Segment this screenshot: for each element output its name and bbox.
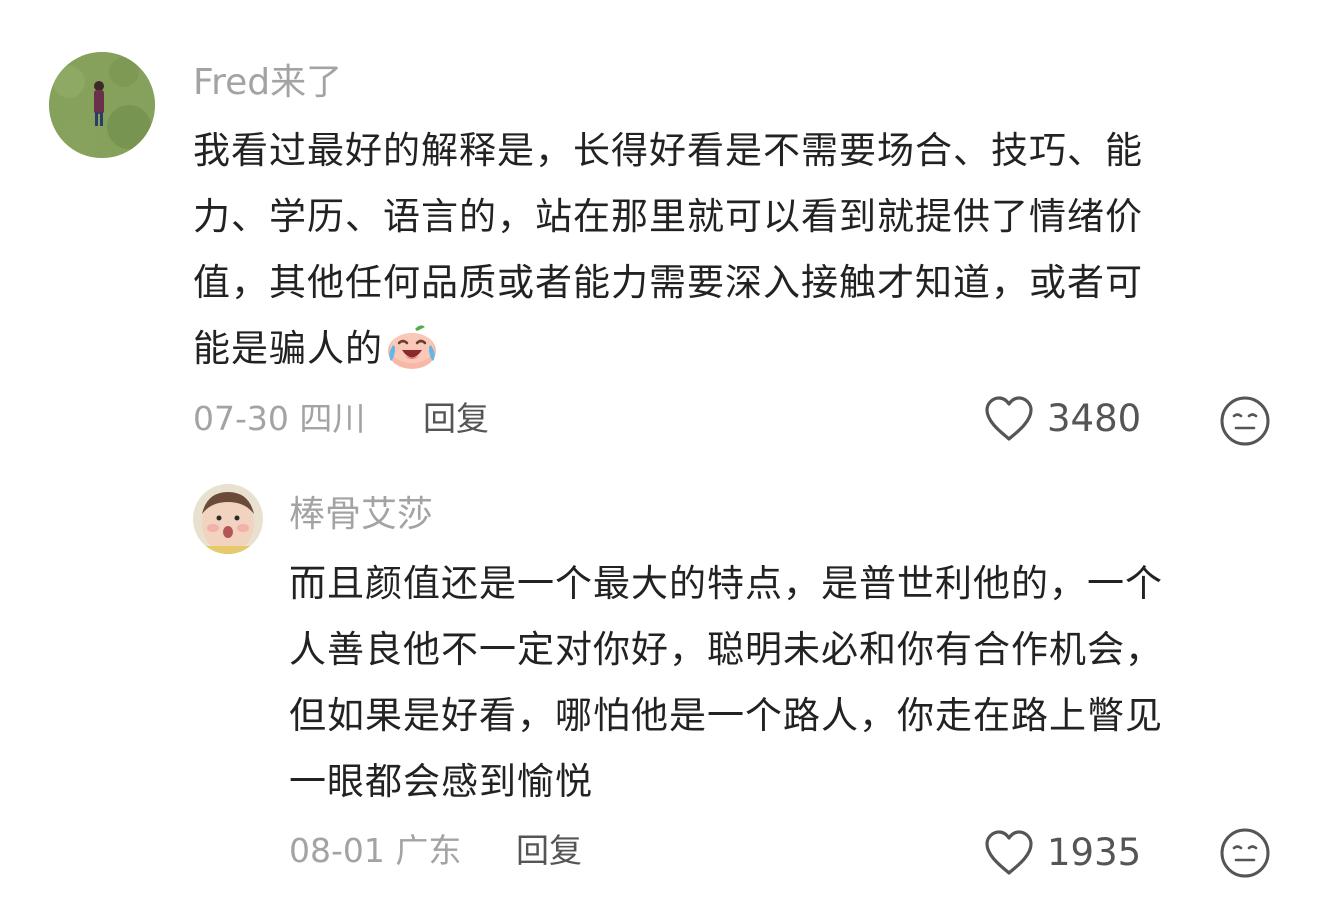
like-button[interactable]: 3480 (983, 395, 1141, 443)
avatar-baby-icon (193, 484, 263, 554)
username[interactable]: Fred来了 (193, 61, 342, 105)
like-count: 1935 (1047, 831, 1142, 874)
comment-line: 人善良他不一定对你好，聪明未必和你有合作机会， (289, 628, 1163, 671)
reply-button[interactable]: 回复 (516, 829, 582, 873)
avatar[interactable] (49, 52, 155, 158)
comment-text: 我看过最好的解释是，长得好看是不需要场合、技巧、能 力、学历、语言的，站在那里就… (193, 118, 1273, 382)
meh-face-icon (1220, 396, 1270, 446)
comment-line: 一眼都会感到愉悦 (289, 760, 593, 803)
like-button[interactable]: 1935 (983, 829, 1141, 877)
reply-comment-item: 棒骨艾莎 而且颜值还是一个最大的特点，是普世利他的，一个 人善良他不一定对你好，… (0, 460, 1320, 903)
heart-outline-icon (985, 830, 1033, 875)
comment-line: 值，其他任何品质或者能力需要深入接触才知道，或者可 (193, 261, 1143, 304)
avatar[interactable] (193, 484, 263, 554)
avatar-grass-person-icon (49, 52, 155, 158)
username[interactable]: 棒骨艾莎 (289, 493, 433, 537)
comment-item: Fred来了 我看过最好的解释是，长得好看是不需要场合、技巧、能 力、学历、语言… (0, 0, 1320, 460)
comment-date-location: 08-01 广东 (289, 831, 462, 870)
dislike-button[interactable] (1219, 395, 1271, 451)
comment-line: 我看过最好的解释是，长得好看是不需要场合、技巧、能 (193, 129, 1143, 172)
reply-button[interactable]: 回复 (423, 397, 489, 441)
heart-outline-icon (985, 396, 1033, 441)
comment-line: 但如果是好看，哪怕他是一个路人，你走在路上瞥见 (289, 694, 1163, 737)
comment-line: 力、学历、语言的，站在那里就可以看到就提供了情绪价 (193, 195, 1143, 238)
comment-text: 而且颜值还是一个最大的特点，是普世利他的，一个 人善良他不一定对你好，聪明未必和… (289, 551, 1289, 815)
comment-date-location: 07-30 四川 (193, 399, 366, 438)
comment-line-text: 能是骗人的 (193, 327, 383, 370)
dislike-button[interactable] (1219, 827, 1271, 883)
comment-line-last: 能是骗人的 (193, 316, 1273, 382)
meh-face-icon (1220, 828, 1270, 878)
laugh-cry-peach-emoji-icon (388, 325, 436, 369)
like-count: 3480 (1047, 397, 1142, 440)
comment-line: 而且颜值还是一个最大的特点，是普世利他的，一个 (289, 562, 1163, 605)
